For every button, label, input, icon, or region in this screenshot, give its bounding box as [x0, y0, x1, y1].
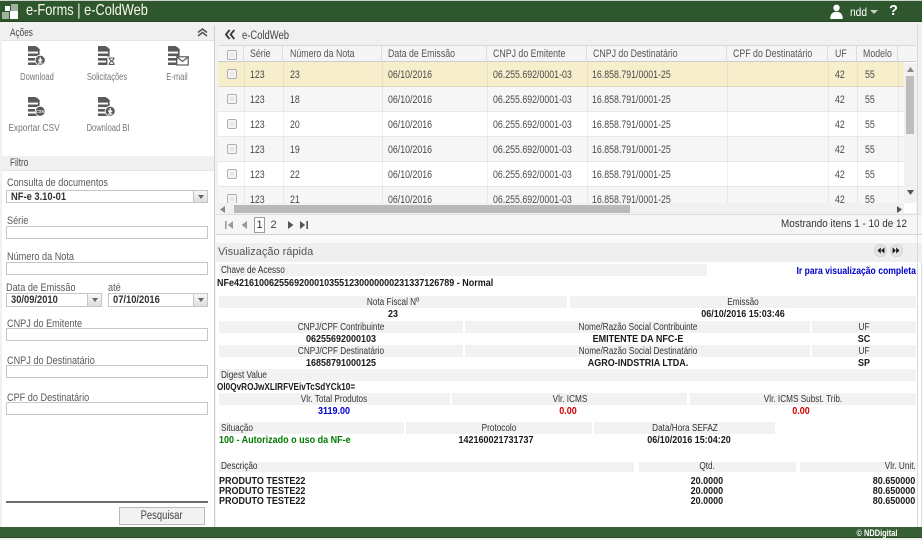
svg-text:CSV: CSV [36, 109, 45, 114]
